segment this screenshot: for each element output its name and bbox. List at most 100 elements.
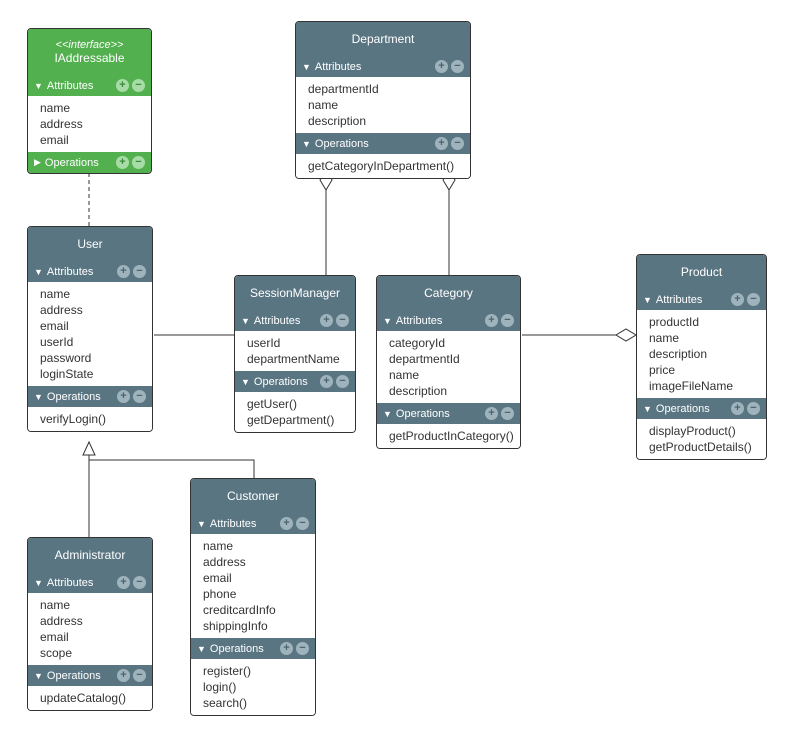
remove-icon[interactable]: − (133, 265, 146, 278)
operations-header[interactable]: ▼Operations +− (191, 638, 315, 659)
attr-item[interactable]: address (191, 554, 315, 570)
remove-icon[interactable]: − (451, 137, 464, 150)
attr-item[interactable]: phone (191, 586, 315, 602)
attr-item[interactable]: creditcardInfo (191, 602, 315, 618)
attr-item[interactable]: name (28, 597, 152, 613)
collapse-icon[interactable]: ▼ (34, 81, 43, 91)
attr-item[interactable]: name (637, 330, 766, 346)
add-icon[interactable]: + (117, 669, 130, 682)
attr-item[interactable]: imageFileName (637, 378, 766, 394)
class-sessionmanager[interactable]: SessionManager ▼Attributes +− userId dep… (234, 275, 356, 433)
attr-item[interactable]: userId (28, 334, 152, 350)
collapse-icon[interactable]: ▼ (241, 377, 250, 387)
attributes-header[interactable]: ▼Attributes +− (191, 513, 315, 534)
remove-icon[interactable]: − (747, 402, 760, 415)
op-item[interactable]: verifyLogin() (28, 411, 152, 427)
attr-item[interactable]: address (28, 302, 152, 318)
operations-header[interactable]: ▼Operations +− (235, 371, 355, 392)
remove-icon[interactable]: − (132, 79, 145, 92)
remove-icon[interactable]: − (133, 576, 146, 589)
attr-item[interactable]: departmentId (377, 351, 520, 367)
operations-header[interactable]: ▼Operations +− (296, 133, 470, 154)
collapse-icon[interactable]: ▼ (643, 404, 652, 414)
remove-icon[interactable]: − (501, 407, 514, 420)
operations-header[interactable]: ▶Operations +− (28, 152, 151, 173)
collapse-icon[interactable]: ▼ (241, 316, 250, 326)
attr-item[interactable]: address (28, 613, 152, 629)
attr-item[interactable]: departmentId (296, 81, 470, 97)
attr-item[interactable]: price (637, 362, 766, 378)
remove-icon[interactable]: − (451, 60, 464, 73)
operations-header[interactable]: ▼Operations +− (637, 398, 766, 419)
add-icon[interactable]: + (116, 156, 129, 169)
remove-icon[interactable]: − (132, 156, 145, 169)
operations-header[interactable]: ▼Operations +− (28, 665, 152, 686)
op-item[interactable]: getCategoryInDepartment() (296, 158, 470, 174)
operations-header[interactable]: ▼Operations +− (28, 386, 152, 407)
add-icon[interactable]: + (117, 576, 130, 589)
add-icon[interactable]: + (485, 407, 498, 420)
class-customer[interactable]: Customer ▼Attributes +− name address ema… (190, 478, 316, 716)
attr-item[interactable]: shippingInfo (191, 618, 315, 634)
attr-item[interactable]: email (28, 318, 152, 334)
attr-item[interactable]: description (296, 113, 470, 129)
add-icon[interactable]: + (731, 402, 744, 415)
attributes-header[interactable]: ▼Attributes +− (235, 310, 355, 331)
attr-item[interactable]: email (191, 570, 315, 586)
attr-item[interactable]: productId (637, 314, 766, 330)
add-icon[interactable]: + (320, 314, 333, 327)
remove-icon[interactable]: − (336, 314, 349, 327)
add-icon[interactable]: + (435, 60, 448, 73)
attributes-header[interactable]: ▼Attributes +− (377, 310, 520, 331)
add-icon[interactable]: + (280, 642, 293, 655)
add-icon[interactable]: + (280, 517, 293, 530)
collapse-icon[interactable]: ▼ (197, 519, 206, 529)
remove-icon[interactable]: − (296, 642, 309, 655)
class-product[interactable]: Product ▼Attributes +− productId name de… (636, 254, 767, 460)
attr-item[interactable]: address (28, 116, 151, 132)
collapse-icon[interactable]: ▼ (34, 392, 43, 402)
attr-item[interactable]: loginState (28, 366, 152, 382)
attr-item[interactable]: categoryId (377, 335, 520, 351)
class-administrator[interactable]: Administrator ▼Attributes +− name addres… (27, 537, 153, 711)
add-icon[interactable]: + (731, 293, 744, 306)
attr-item[interactable]: description (637, 346, 766, 362)
attr-item[interactable]: name (377, 367, 520, 383)
add-icon[interactable]: + (117, 390, 130, 403)
remove-icon[interactable]: − (133, 669, 146, 682)
remove-icon[interactable]: − (133, 390, 146, 403)
collapse-icon[interactable]: ▼ (383, 409, 392, 419)
attributes-header[interactable]: ▼Attributes +− (637, 289, 766, 310)
expand-icon[interactable]: ▶ (34, 157, 41, 168)
attr-item[interactable]: name (28, 100, 151, 116)
remove-icon[interactable]: − (747, 293, 760, 306)
attr-item[interactable]: name (296, 97, 470, 113)
add-icon[interactable]: + (320, 375, 333, 388)
remove-icon[interactable]: − (296, 517, 309, 530)
attr-item[interactable]: email (28, 629, 152, 645)
collapse-icon[interactable]: ▼ (383, 316, 392, 326)
remove-icon[interactable]: − (501, 314, 514, 327)
attributes-header[interactable]: ▼Attributes +− (28, 75, 151, 96)
attr-item[interactable]: scope (28, 645, 152, 661)
op-item[interactable]: login() (191, 679, 315, 695)
op-item[interactable]: getUser() (235, 396, 355, 412)
collapse-icon[interactable]: ▼ (302, 139, 311, 149)
collapse-icon[interactable]: ▼ (197, 644, 206, 654)
attributes-header[interactable]: ▼Attributes +− (28, 572, 152, 593)
collapse-icon[interactable]: ▼ (34, 267, 43, 277)
add-icon[interactable]: + (485, 314, 498, 327)
op-item[interactable]: getProductInCategory() (377, 428, 520, 444)
op-item[interactable]: updateCatalog() (28, 690, 152, 706)
op-item[interactable]: getProductDetails() (637, 439, 766, 455)
add-icon[interactable]: + (117, 265, 130, 278)
op-item[interactable]: search() (191, 695, 315, 711)
collapse-icon[interactable]: ▼ (34, 671, 43, 681)
attr-item[interactable]: name (28, 286, 152, 302)
attr-item[interactable]: userId (235, 335, 355, 351)
class-category[interactable]: Category ▼Attributes +− categoryId depar… (376, 275, 521, 449)
class-iaddressable[interactable]: <<interface>> IAddressable ▼Attributes +… (27, 28, 152, 174)
attr-item[interactable]: password (28, 350, 152, 366)
attr-item[interactable]: email (28, 132, 151, 148)
attr-item[interactable]: description (377, 383, 520, 399)
